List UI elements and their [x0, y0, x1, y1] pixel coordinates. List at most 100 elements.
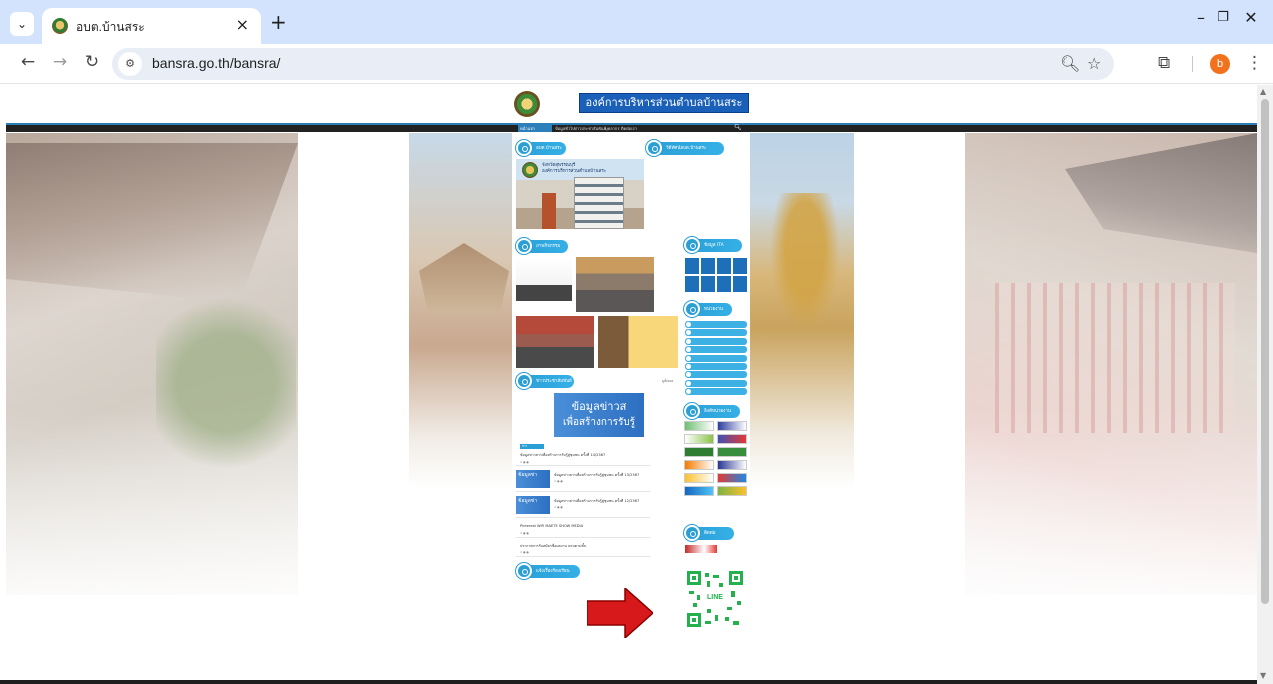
list-item[interactable] [685, 362, 747, 370]
partner-logo[interactable] [684, 434, 714, 444]
nav-item-contact[interactable]: ติดต่อเรา [621, 125, 637, 132]
news-feature-line2: เพื่อสร้างการรับรู้ [562, 417, 636, 428]
partner-logo[interactable] [717, 473, 747, 483]
window-close-icon[interactable]: ✕ [1236, 8, 1266, 27]
active-tab[interactable]: อบต.บ้านสระ × [42, 8, 261, 44]
partner-logo[interactable] [684, 460, 714, 470]
scroll-down-icon[interactable]: ▼ [1260, 671, 1266, 680]
section-links: หน่วยงาน [684, 301, 732, 317]
list-item[interactable] [685, 321, 747, 328]
news-item[interactable]: ข้อมูลข่าวสารเพื่อสร้างการรับรู้สู่ชุมชน… [516, 450, 650, 466]
agency-link-list [685, 321, 747, 397]
activity-thumb-caption [516, 285, 572, 301]
list-item[interactable] [685, 379, 747, 387]
background-image-temple [409, 133, 512, 488]
site-favicon-icon [52, 18, 68, 34]
hero-caption: จังหวัดสุพรรณบุรี องค์การบริหารส่วนตำบลบ… [542, 163, 606, 175]
partner-logo-grid [684, 421, 748, 499]
section-partners: ลิงค์หน่วยงาน [684, 403, 740, 419]
puzzle-icon[interactable]: ⧉ [1158, 53, 1170, 73]
section-video-label: วีดีทัศน์อบต.บ้านสระ [666, 146, 707, 151]
partner-logo[interactable] [717, 460, 747, 470]
list-item[interactable] [685, 346, 747, 354]
news-item-meta: ⏱ ● ● [554, 505, 563, 509]
news-item-title: ข้อมูลข่าวสารเพื่อสร้างการรับรู้สู่ชุมชน… [554, 473, 640, 477]
partner-logo[interactable] [684, 421, 714, 431]
partner-logo[interactable] [717, 486, 747, 496]
close-icon[interactable]: × [236, 15, 249, 34]
partner-logo[interactable] [684, 486, 714, 496]
site-nav: หน้าแรก ข้อมูลทั่วไป ข่าวประชาสัมพันธ์ บ… [6, 123, 1257, 132]
section-contact-label: ติดต่อ [704, 531, 716, 536]
section-contact: ติดต่อ [684, 525, 734, 541]
news-item-meta: ⏱ ● ● [554, 479, 563, 483]
building-image [574, 177, 624, 229]
partner-logo[interactable] [684, 473, 714, 483]
arrow-left-icon[interactable]: ← [16, 52, 40, 72]
news-feature-banner[interactable]: ข้อมูลข่าวส เพื่อสร้างการรับรู้ [554, 393, 644, 437]
line-qr-code[interactable]: LINE [685, 569, 745, 629]
stats-grid[interactable] [685, 258, 747, 292]
hero-image[interactable]: จังหวัดสุพรรณบุรี องค์การบริหารส่วนตำบลบ… [516, 159, 644, 229]
nav-item-staff[interactable]: บุคลากร [605, 125, 619, 132]
nav-item-news[interactable]: ข่าวประชาสัมพันธ์ [574, 125, 606, 132]
reload-icon[interactable]: ↻ [80, 52, 104, 72]
section-stats-label: ข้อมูล ITA [704, 243, 724, 248]
hero-caption-line2: องค์การบริหารส่วนตำบลบ้านสระ [542, 169, 607, 174]
page-scrollbar[interactable]: ▲ ▼ [1257, 85, 1273, 684]
scroll-up-icon[interactable]: ▲ [1260, 87, 1266, 96]
activity-card[interactable] [516, 257, 572, 301]
arrow-right-icon[interactable]: → [48, 52, 72, 72]
more-link[interactable]: ดูทั้งหมด [662, 379, 673, 384]
partner-logo[interactable] [684, 447, 714, 457]
activity-card[interactable] [576, 257, 654, 312]
scroll-thumb[interactable] [1261, 99, 1269, 604]
section-video: วีดีทัศน์อบต.บ้านสระ [646, 140, 724, 156]
partner-logo[interactable] [717, 421, 747, 431]
avatar[interactable]: b [1210, 54, 1230, 74]
news-item-meta: ⏱ ● ● [520, 550, 529, 554]
zoom-icon[interactable]: 🔍︎ [1060, 54, 1080, 73]
list-item[interactable] [685, 371, 747, 379]
news-item[interactable]: Pinterest WiFi MAETE SHOW MEDIA ⏱ ● ● [516, 522, 650, 538]
chevron-down-icon[interactable]: ⌄ [10, 12, 34, 36]
section-stats: ข้อมูล ITA [684, 237, 742, 253]
address-bar[interactable]: ⚙ bansra.go.th/bansra/ 🔍︎ ☆ [112, 48, 1114, 80]
star-icon[interactable]: ☆ [1087, 54, 1101, 73]
background-image-dragon [750, 133, 854, 488]
nav-item-general[interactable]: ข้อมูลทั่วไป [555, 125, 575, 132]
red-arrow-annotation [587, 588, 653, 638]
news-feature-line1: ข้อมูลข่าวส [571, 400, 627, 413]
section-news-label: ข่าวประชาสัมพันธ์ [536, 379, 572, 384]
kebab-menu-icon[interactable]: ⋮ [1246, 53, 1263, 73]
partner-logo[interactable] [717, 447, 747, 457]
activity-thumb [516, 257, 572, 285]
restore-icon[interactable]: ❐ [1208, 10, 1238, 25]
list-item[interactable] [685, 337, 747, 345]
tune-icon[interactable]: ⚙ [118, 52, 142, 76]
activity-card[interactable] [598, 316, 678, 368]
line-label: LINE [703, 593, 727, 603]
url-text[interactable]: bansra.go.th/bansra/ [152, 55, 280, 71]
partner-logo[interactable] [717, 434, 747, 444]
search-icon[interactable]: 🔍︎ [734, 124, 742, 131]
list-item[interactable] [685, 388, 747, 396]
page-viewport: องค์การบริหารส่วนตำบลบ้านสระ หน้าแรก ข้อ… [0, 85, 1257, 684]
site-banner: องค์การบริหารส่วนตำบลบ้านสระ [579, 93, 749, 113]
news-item[interactable]: ประกาศการรับสมัครชื่อผลงาน ครบตามขั้น ⏱ … [516, 541, 650, 557]
nav-home[interactable]: หน้าแรก [518, 125, 552, 132]
news-item[interactable]: ข้อมูลข่า ข้อมูลข่าวสารเพื่อสร้างการรับร… [516, 470, 650, 492]
activity-card[interactable] [516, 316, 594, 368]
contact-logo[interactable] [685, 545, 717, 553]
news-item[interactable]: ข้อมูลข่า ข้อมูลข่าวสารเพื่อสร้างการรับร… [516, 496, 650, 518]
list-item[interactable] [685, 329, 747, 337]
news-item-title: ข้อมูลข่าวสารเพื่อสร้างการรับรู้สู่ชุมชน… [554, 499, 640, 503]
site-logo[interactable] [514, 91, 540, 117]
section-complaint[interactable]: แจ้งเรื่องร้องเรียน [516, 563, 580, 579]
plus-icon[interactable]: + [270, 10, 287, 34]
news-item-title: Pinterest WiFi MAETE SHOW MEDIA [520, 524, 584, 528]
news-item-meta: ⏱ ● ● [520, 460, 529, 464]
browser-toolbar: ← → ↻ ⚙ bansra.go.th/bansra/ 🔍︎ ☆ ⧉ b ⋮ [0, 44, 1273, 84]
background-image-right [965, 133, 1257, 595]
list-item[interactable] [685, 354, 747, 362]
